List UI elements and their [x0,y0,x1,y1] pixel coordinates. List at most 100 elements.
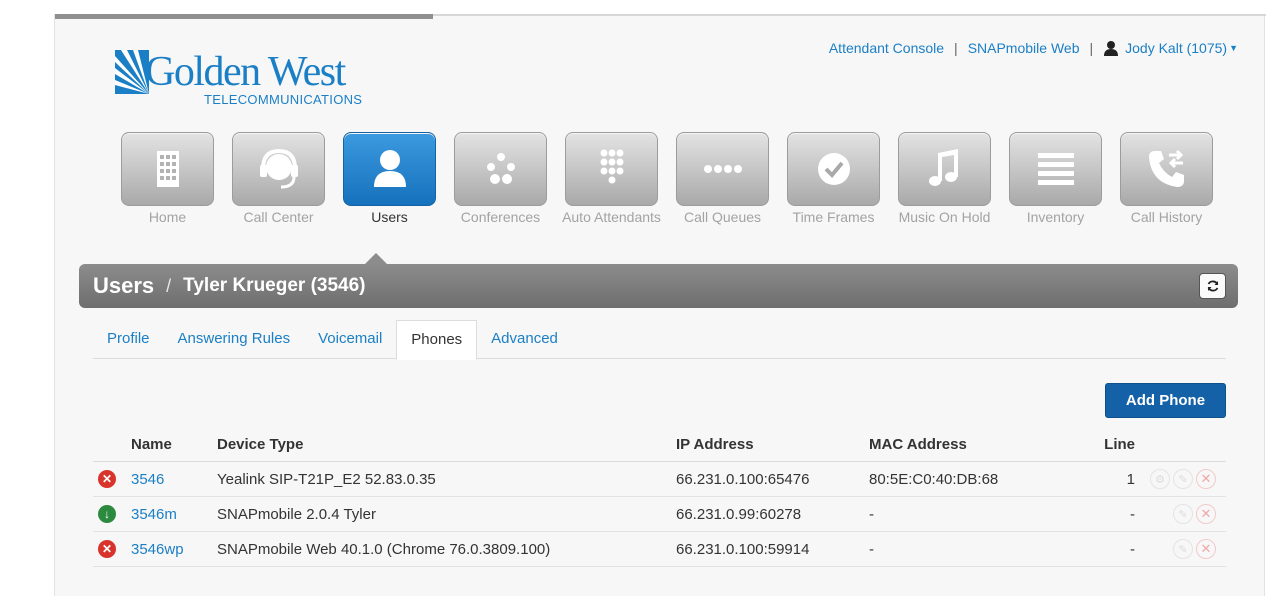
active-nav-pointer [364,253,388,265]
nav-users[interactable]: Users [334,132,445,226]
sunburst-logo-icon [115,50,149,94]
offline-status-icon: ✕ [98,540,116,558]
nav-conferences[interactable]: Conferences [445,132,556,226]
nav-call-history[interactable]: Call History [1111,132,1222,226]
tab-answering-rules[interactable]: Answering Rules [164,320,305,359]
nav-label: Users [371,209,408,225]
row-actions: ✎ ✕ [1145,504,1226,524]
nav-label: Auto Attendants [562,209,661,225]
nav-tile[interactable] [454,132,547,206]
device-type-cell: SNAPmobile Web 40.1.0 (Chrome 76.0.3809.… [217,540,551,558]
main-nav: Home Call Center Users Conferences Auto … [112,132,1222,226]
nav-home[interactable]: Home [112,132,223,226]
refresh-icon [1207,280,1218,292]
phone-name-link[interactable]: 3546m [131,506,177,523]
chevron-down-icon[interactable]: ▼ [1229,43,1238,53]
nav-time-frames[interactable]: Time Frames [778,132,889,226]
edit-icon[interactable]: ✎ [1173,504,1193,524]
nav-label: Music On Hold [898,209,991,225]
online-status-icon: ↓ [98,505,116,523]
nav-music-on-hold[interactable]: Music On Hold [889,132,1000,226]
logo-name: Golden West [145,49,346,95]
mac-address-cell: - [869,540,874,558]
nav-auto-attendants[interactable]: Auto Attendants [556,132,667,226]
edit-icon[interactable]: ✎ [1173,469,1193,489]
nav-label: Time Frames [792,209,875,225]
nav-call-center[interactable]: Call Center [223,132,334,226]
line-cell: - [1130,505,1135,523]
table-row: ✕ 3546 Yealink SIP-T21P_E2 52.83.0.35 66… [93,462,1226,497]
snapmobile-web-link[interactable]: SNAPmobile Web [968,40,1080,56]
nav-label: Call History [1130,209,1203,225]
breadcrumb-separator: / [166,275,172,296]
building-icon [156,151,179,187]
page: Golden West TELECOMMUNICATIONS Attendant… [54,14,1266,596]
ip-address-cell: 66.231.0.100:65476 [676,470,810,488]
nav-label: Call Queues [683,209,762,225]
nav-tile[interactable] [565,132,658,206]
line-cell: 1 [1126,470,1135,488]
column-header-mac[interactable]: MAC Address [869,436,1067,453]
user-icon [1104,41,1119,56]
row-actions: ⚙ ✎ ✕ [1145,469,1226,489]
nav-label: Call Center [243,209,314,225]
attendant-console-link[interactable]: Attendant Console [829,40,944,56]
nav-tile[interactable] [343,132,436,206]
headset-icon [259,148,298,189]
link-separator: | [954,40,958,56]
link-separator: | [1089,40,1094,56]
nav-call-queues[interactable]: Call Queues [667,132,778,226]
mac-address-cell: 80:5E:C0:40:DB:68 [869,470,999,488]
nav-label: Home [148,209,187,225]
company-logo[interactable]: Golden West TELECOMMUNICATIONS [115,48,395,108]
add-phone-button[interactable]: Add Phone [1105,383,1226,418]
phone-name-link[interactable]: 3546 [131,471,164,488]
user-icon [373,150,406,187]
queue-icon [703,165,742,173]
delete-icon[interactable]: ✕ [1196,469,1216,489]
tab-voicemail[interactable]: Voicemail [304,320,396,359]
breadcrumb-section[interactable]: Users [93,273,154,299]
column-header-name[interactable]: Name [131,436,217,453]
row-actions: ✎ ✕ [1145,539,1226,559]
phones-table: Name Device Type IP Address MAC Address … [93,428,1226,567]
column-header-line[interactable]: Line [1067,436,1145,453]
nav-tile[interactable] [1009,132,1102,206]
column-header-device[interactable]: Device Type [217,436,676,453]
nav-tile[interactable] [1120,132,1213,206]
phone-name-link[interactable]: 3546wp [131,541,184,558]
user-menu-link[interactable]: Jody Kalt (1075) [1125,40,1227,56]
refresh-button[interactable] [1199,273,1226,299]
table-row: ↓ 3546m SNAPmobile 2.0.4 Tyler 66.231.0.… [93,497,1226,532]
conference-icon [486,153,515,184]
list-icon [1037,153,1074,185]
delete-icon[interactable]: ✕ [1196,504,1216,524]
delete-icon[interactable]: ✕ [1196,539,1216,559]
ip-address-cell: 66.231.0.99:60278 [676,505,802,523]
nav-tile[interactable] [676,132,769,206]
logo-subtitle: TELECOMMUNICATIONS [204,92,363,107]
device-type-cell: SNAPmobile 2.0.4 Tyler [217,505,376,523]
page-title-bar: Users / Tyler Krueger (3546) [79,253,1238,308]
settings-icon[interactable]: ⚙ [1150,469,1170,489]
offline-status-icon: ✕ [98,470,116,488]
tab-phones[interactable]: Phones [396,320,478,360]
device-type-cell: Yealink SIP-T21P_E2 52.83.0.35 [217,470,436,488]
nav-inventory[interactable]: Inventory [1000,132,1111,226]
table-header: Name Device Type IP Address MAC Address … [93,428,1226,462]
clock-icon [817,153,850,185]
nav-tile[interactable] [898,132,991,206]
mac-address-cell: - [869,505,874,523]
music-note-icon [928,149,958,186]
ip-address-cell: 66.231.0.100:59914 [676,540,810,558]
keypad-icon [600,149,623,184]
phone-history-icon [1148,149,1184,187]
tab-advanced[interactable]: Advanced [477,320,572,359]
tab-profile[interactable]: Profile [93,320,164,359]
edit-icon[interactable]: ✎ [1173,539,1193,559]
column-header-ip[interactable]: IP Address [676,436,869,453]
nav-tile[interactable] [787,132,880,206]
page-title: Tyler Krueger (3546) [183,275,366,296]
nav-tile[interactable] [121,132,214,206]
nav-tile[interactable] [232,132,325,206]
